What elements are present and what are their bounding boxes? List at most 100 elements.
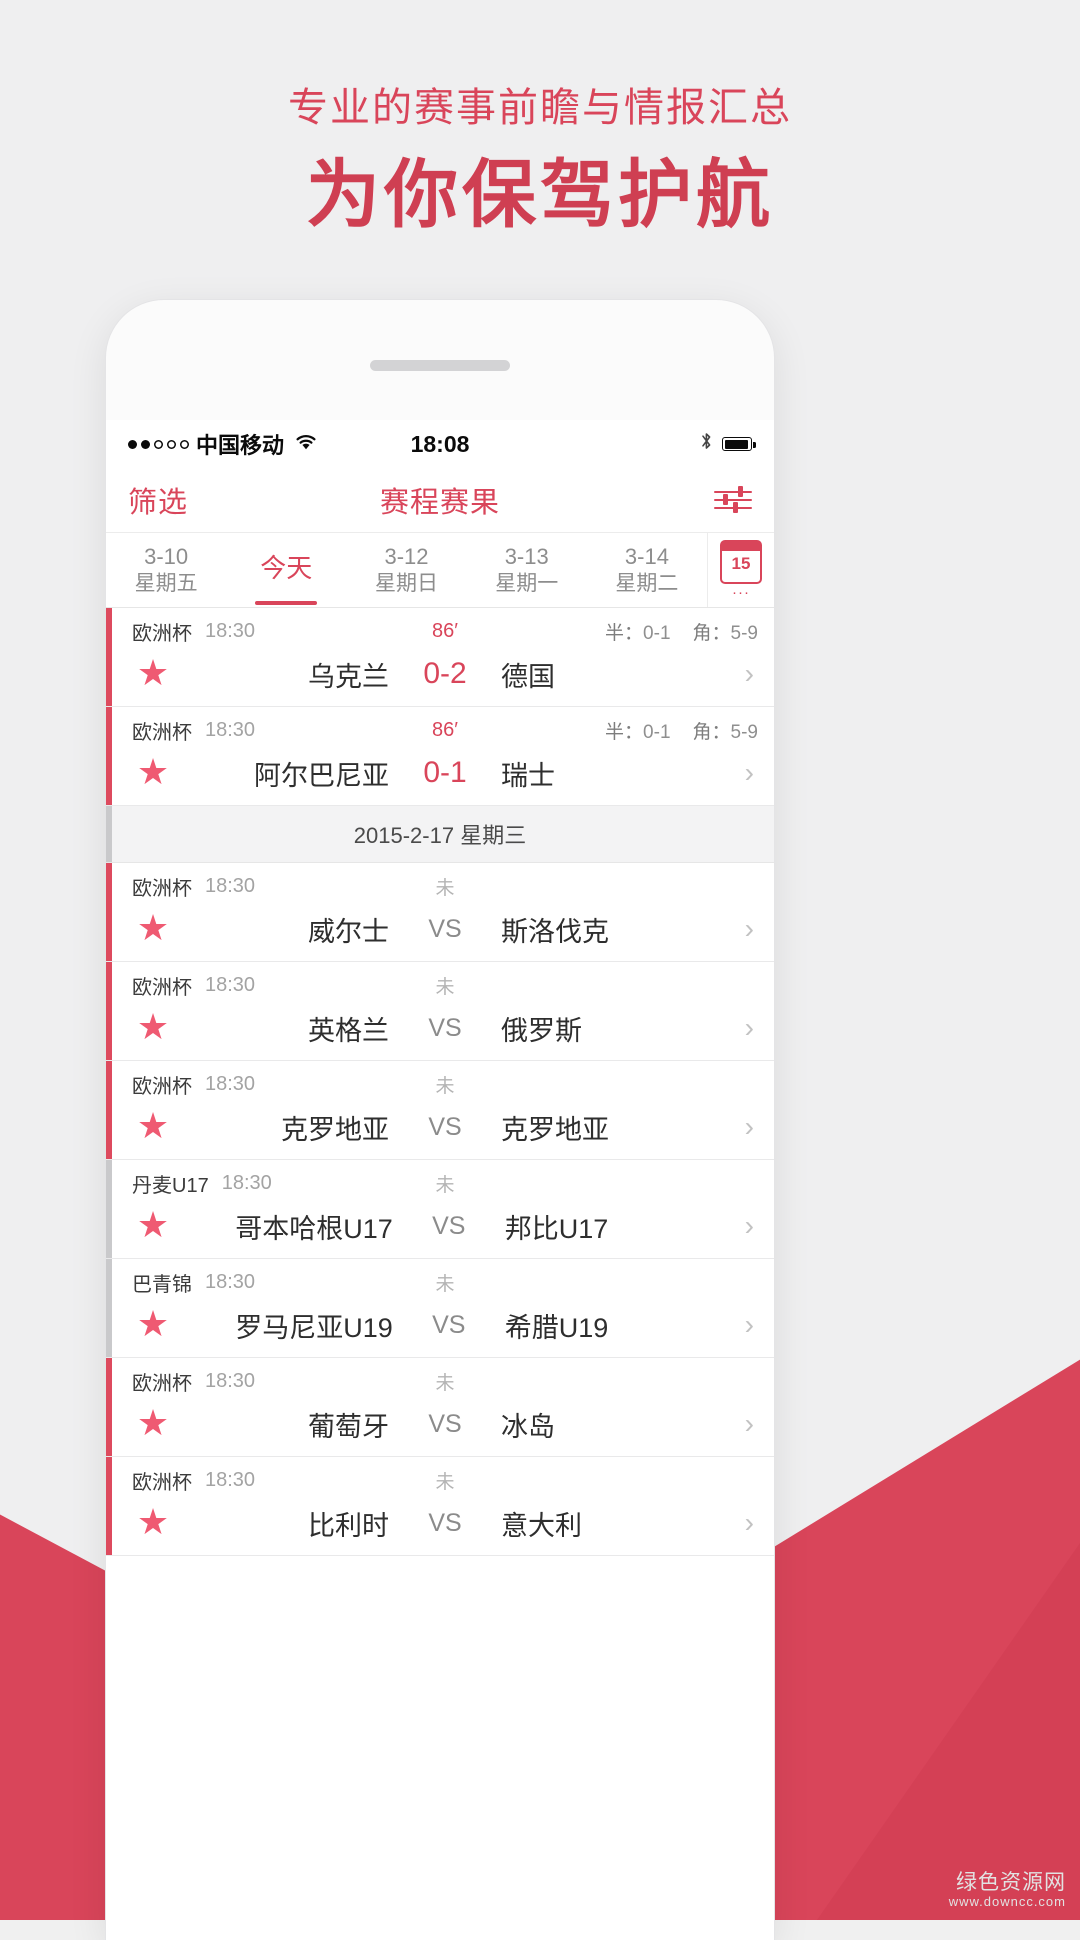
match-row[interactable]: 欧洲杯 18:30 未 ★ 英格兰 VS 俄罗斯 ›	[106, 962, 774, 1061]
date-tab-weekday: 星期二	[615, 571, 679, 595]
chevron-right-icon[interactable]: ›	[745, 1212, 758, 1240]
match-teams: 乌克兰 0-2 德国	[132, 655, 758, 694]
match-stats: 半：0-1 角：5-9	[605, 618, 758, 645]
calendar-more-dots: ···	[732, 584, 751, 601]
chevron-right-icon[interactable]: ›	[745, 1311, 758, 1339]
chevron-right-icon[interactable]: ›	[745, 1014, 758, 1042]
away-team: 克罗地亚	[501, 1114, 609, 1145]
match-score: VS	[428, 1409, 462, 1438]
match-status: 86′	[432, 619, 458, 642]
battery-icon	[722, 437, 756, 451]
match-status: 未	[435, 1372, 455, 1394]
chevron-right-icon[interactable]: ›	[745, 915, 758, 943]
watermark-line-2: www.downcc.com	[948, 1894, 1066, 1910]
league-name: 欧洲杯	[132, 1075, 192, 1098]
match-row[interactable]: 巴青锦 18:30 未 ★ 罗马尼亚U19 VS 希腊U19 ›	[106, 1259, 774, 1358]
chevron-right-icon[interactable]: ›	[745, 759, 758, 787]
chevron-right-icon[interactable]: ›	[745, 660, 758, 688]
match-time: 18:30	[205, 1072, 256, 1095]
match-stats: 半：0-1 角：5-9	[605, 717, 758, 744]
favorite-star-icon[interactable]: ★	[136, 1504, 170, 1540]
match-status: 86′	[432, 718, 458, 741]
watermark: 绿色资源网 www.downcc.com	[949, 1871, 1066, 1910]
match-row[interactable]: 欧洲杯 18:30 未 ★ 比利时 VS 意大利 ›	[106, 1457, 774, 1556]
filter-button[interactable]: 筛选	[128, 479, 188, 521]
league-color-bar	[106, 608, 112, 706]
match-row-top: 欧洲杯 18:30 未	[132, 1367, 758, 1395]
match-row-main: ★ 罗马尼亚U19 VS 希腊U19 ›	[132, 1297, 758, 1353]
match-row-main: ★ 克罗地亚 VS 克罗地亚 ›	[132, 1099, 758, 1155]
league-name: 欧洲杯	[132, 721, 192, 744]
date-tab-0[interactable]: 3-10 星期五	[106, 533, 226, 607]
match-teams: 哥本哈根U17 VS 邦比U17	[132, 1207, 758, 1246]
match-teams: 克罗地亚 VS 克罗地亚	[132, 1108, 758, 1147]
date-tab-bar: 3-10 星期五 今天 3-12 星期日 3-13 星期一 3-14 星期二 1…	[106, 532, 774, 608]
chevron-right-icon[interactable]: ›	[745, 1113, 758, 1141]
match-time: 18:30	[205, 973, 256, 996]
league-color-bar	[106, 1358, 112, 1456]
favorite-star-icon[interactable]: ★	[136, 1306, 170, 1342]
league-name: 欧洲杯	[132, 622, 192, 645]
match-row-main: ★ 英格兰 VS 俄罗斯 ›	[132, 1000, 758, 1056]
match-status: 未	[435, 1273, 455, 1295]
away-team: 希腊U19	[504, 1312, 609, 1343]
favorite-star-icon[interactable]: ★	[136, 910, 170, 946]
date-tab-date: 今天	[260, 553, 313, 584]
home-team: 乌克兰	[308, 661, 389, 692]
match-teams: 威尔士 VS 斯洛伐克	[132, 910, 758, 949]
home-team: 葡萄牙	[308, 1411, 389, 1442]
league-color-bar	[106, 1259, 112, 1357]
nav-bar: 筛选 赛程赛果	[106, 468, 774, 532]
date-tab-date: 3-10	[144, 544, 189, 570]
date-tab-date: 3-12	[384, 544, 429, 570]
match-teams: 比利时 VS 意大利	[132, 1504, 758, 1543]
home-team: 威尔士	[308, 916, 389, 947]
match-row[interactable]: 欧洲杯 18:30 86′ 半：0-1 角：5-9 ★ 阿尔巴尼亚 0-1 瑞士…	[106, 707, 774, 806]
halftime-stat: 半：0-1	[605, 622, 671, 644]
match-row-main: ★ 威尔士 VS 斯洛伐克 ›	[132, 901, 758, 957]
match-row[interactable]: 欧洲杯 18:30 未 ★ 威尔士 VS 斯洛伐克 ›	[106, 863, 774, 962]
home-team: 罗马尼亚U19	[235, 1312, 393, 1343]
date-tab-4[interactable]: 3-14 星期二	[587, 533, 707, 607]
chevron-right-icon[interactable]: ›	[745, 1410, 758, 1438]
away-team: 瑞士	[501, 760, 555, 791]
match-row[interactable]: 欧洲杯 18:30 未 ★ 葡萄牙 VS 冰岛 ›	[106, 1358, 774, 1457]
favorite-star-icon[interactable]: ★	[136, 655, 170, 691]
match-row-top: 丹麦U17 18:30 未	[132, 1169, 758, 1197]
watermark-line-1: 绿色资源网	[956, 1870, 1066, 1894]
date-tab-3[interactable]: 3-13 星期一	[467, 533, 587, 607]
match-score: 0-1	[423, 756, 467, 789]
promo-title: 为你保驾护航	[306, 153, 774, 236]
league-name: 巴青锦	[132, 1273, 192, 1296]
chevron-right-icon[interactable]: ›	[745, 1509, 758, 1537]
favorite-star-icon[interactable]: ★	[136, 1405, 170, 1441]
match-row-main: ★ 哥本哈根U17 VS 邦比U17 ›	[132, 1198, 758, 1254]
bluetooth-icon	[700, 431, 713, 457]
sliders-icon[interactable]	[714, 485, 752, 515]
corner-stat: 角：5-9	[692, 721, 758, 743]
date-tab-2[interactable]: 3-12 星期日	[346, 533, 466, 607]
date-tab-weekday: 星期日	[375, 571, 438, 595]
match-score: VS	[428, 1508, 462, 1537]
favorite-star-icon[interactable]: ★	[136, 754, 170, 790]
favorite-star-icon[interactable]: ★	[136, 1009, 170, 1045]
match-teams: 阿尔巴尼亚 0-1 瑞士	[132, 754, 758, 793]
match-row-top: 欧洲杯 18:30 未	[132, 1466, 758, 1494]
league-name: 欧洲杯	[132, 877, 192, 900]
calendar-picker-button[interactable]: 15 ···	[707, 533, 774, 607]
league-name: 丹麦U17	[132, 1174, 209, 1197]
date-tab-1[interactable]: 今天	[226, 533, 346, 607]
match-list[interactable]: 欧洲杯 18:30 86′ 半：0-1 角：5-9 ★ 乌克兰 0-2 德国 ›…	[106, 608, 774, 1556]
date-tab-date: 3-13	[504, 544, 549, 570]
match-row[interactable]: 欧洲杯 18:30 86′ 半：0-1 角：5-9 ★ 乌克兰 0-2 德国 ›	[106, 608, 774, 707]
favorite-star-icon[interactable]: ★	[136, 1207, 170, 1243]
match-row[interactable]: 丹麦U17 18:30 未 ★ 哥本哈根U17 VS 邦比U17 ›	[106, 1160, 774, 1259]
match-row-main: ★ 阿尔巴尼亚 0-1 瑞士 ›	[132, 745, 758, 801]
halftime-stat: 半：0-1	[605, 721, 671, 743]
match-row[interactable]: 欧洲杯 18:30 未 ★ 克罗地亚 VS 克罗地亚 ›	[106, 1061, 774, 1160]
favorite-star-icon[interactable]: ★	[136, 1108, 170, 1144]
calendar-day: 15	[731, 554, 751, 573]
match-status: 未	[435, 1174, 455, 1196]
phone-screen: 中国移动 18:08 筛选 赛程赛果 3-10 星期五 今天 3-12 星期日 …	[106, 420, 774, 1940]
league-color-bar	[106, 1061, 112, 1159]
